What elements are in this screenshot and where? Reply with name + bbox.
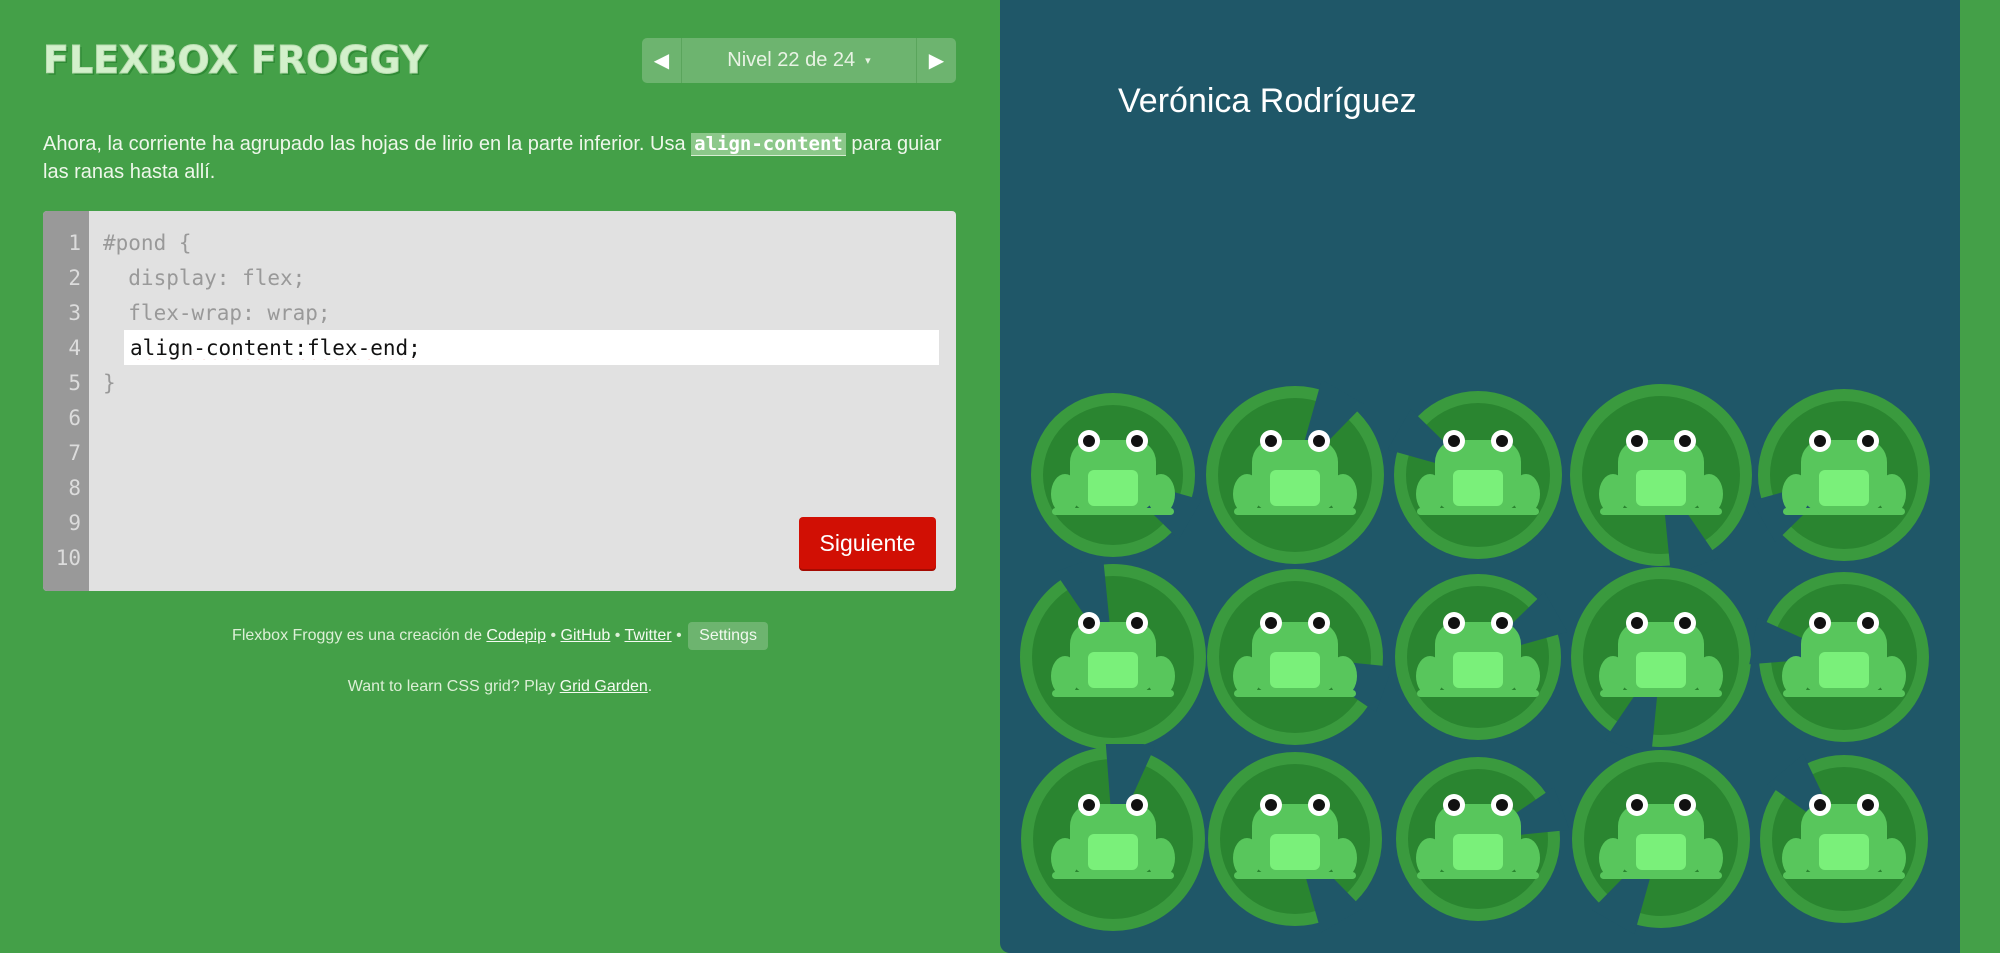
- lilypad-with-frog: [1018, 562, 1208, 752]
- code-line: display: flex;: [103, 266, 306, 290]
- level-navigator: ◀ Nivel 22 de 24 ▾ ▶: [642, 38, 956, 83]
- lilypad-with-frog: [1383, 744, 1573, 934]
- instructions-text-before: Ahora, la corriente ha agrupado las hoja…: [43, 133, 692, 155]
- frog-icon: [1571, 567, 1751, 752]
- lilypad-with-frog: [1200, 744, 1390, 934]
- frog-icon: [1396, 757, 1570, 921]
- line-number: 5: [68, 371, 81, 395]
- lilypad-with-frog: [1018, 380, 1208, 570]
- frog-icon: [1760, 754, 1928, 923]
- code-line: }: [103, 371, 116, 395]
- lilypad-with-frog: [1566, 380, 1756, 570]
- lilypad-with-frog: [1383, 562, 1573, 752]
- lilypad-with-frog: [1018, 744, 1208, 934]
- line-number: 6: [68, 406, 81, 430]
- frog-icon: [1021, 744, 1205, 931]
- line-number: 3: [68, 301, 81, 325]
- next-button[interactable]: Siguiente: [799, 517, 936, 569]
- code-editor: 1 2 3 4 5 6 7 8 9 10 #pond { display: fl…: [43, 211, 956, 591]
- line-number: 9: [68, 511, 81, 535]
- codepip-link[interactable]: Codepip: [486, 627, 546, 644]
- line-number-gutter: 1 2 3 4 5 6 7 8 9 10: [43, 211, 89, 591]
- line-number: 8: [68, 476, 81, 500]
- frog-icon: [1207, 569, 1390, 745]
- grid-garden-link[interactable]: Grid Garden: [560, 678, 648, 695]
- lilypad-with-frog: [1566, 562, 1756, 752]
- player-name: Verónica Rodríguez: [1118, 82, 1417, 120]
- caret-down-icon: ▾: [865, 55, 871, 67]
- separator: •: [671, 627, 687, 644]
- css-input-line: [124, 330, 939, 365]
- frog-icon: [1208, 752, 1382, 933]
- settings-button[interactable]: Settings: [688, 622, 768, 650]
- left-panel: FLEXBOX FROGGY ◀ Nivel 22 de 24 ▾ ▶ Ahor…: [0, 0, 1000, 953]
- css-input[interactable]: [124, 330, 939, 365]
- prev-level-button[interactable]: ◀: [642, 38, 682, 83]
- lilypad-with-frog: [1749, 380, 1939, 570]
- line-number: 4: [68, 336, 81, 360]
- pond: Verónica Rodríguez: [1000, 0, 1960, 953]
- instructions-code: align-content: [691, 133, 846, 156]
- frog-icon: [1031, 393, 1202, 557]
- frog-icon: [1751, 389, 1930, 561]
- code-line: flex-wrap: wrap;: [103, 301, 331, 325]
- line-number: 1: [68, 231, 81, 255]
- triangle-right-icon: ▶: [928, 50, 945, 72]
- github-link[interactable]: GitHub: [561, 627, 611, 644]
- line-number: 7: [68, 441, 81, 465]
- frog-icon: [1749, 572, 1929, 742]
- frog-icon: [1206, 380, 1384, 564]
- triangle-left-icon: ◀: [653, 50, 670, 72]
- logo: FLEXBOX FROGGY: [42, 38, 428, 83]
- lilypad-with-frog: [1566, 744, 1756, 934]
- lilypad-with-frog: [1749, 744, 1939, 934]
- line-number: 10: [55, 546, 81, 570]
- frog-icon: [1572, 750, 1750, 934]
- grid-garden-promo: Want to learn CSS grid? Play Grid Garden…: [0, 678, 1000, 696]
- lilypad-with-frog: [1383, 380, 1573, 570]
- frog-icon: [1020, 562, 1206, 750]
- separator: •: [610, 627, 625, 644]
- separator: •: [546, 627, 561, 644]
- level-indicator[interactable]: Nivel 22 de 24 ▾: [682, 38, 916, 83]
- lilypad-with-frog: [1200, 380, 1390, 570]
- instructions: Ahora, la corriente ha agrupado las hoja…: [43, 130, 963, 186]
- grid-prompt: Want to learn CSS grid? Play: [347, 678, 560, 695]
- credit-text: Flexbox Froggy es una creación de: [232, 627, 487, 644]
- frog-icon: [1570, 384, 1752, 570]
- credits: Flexbox Froggy es una creación de Codepi…: [0, 622, 1000, 650]
- line-number: 2: [68, 266, 81, 290]
- lilypad-with-frog: [1749, 562, 1939, 752]
- twitter-link[interactable]: Twitter: [625, 627, 672, 644]
- period: .: [647, 678, 653, 695]
- lilypad-with-frog: [1200, 562, 1390, 752]
- next-level-button[interactable]: ▶: [916, 38, 956, 83]
- level-label: Nivel 22 de 24: [727, 49, 856, 71]
- code-line: #pond {: [103, 231, 192, 255]
- frog-icon: [1387, 391, 1562, 559]
- frog-icon: [1395, 574, 1568, 740]
- right-border: [1960, 0, 2000, 953]
